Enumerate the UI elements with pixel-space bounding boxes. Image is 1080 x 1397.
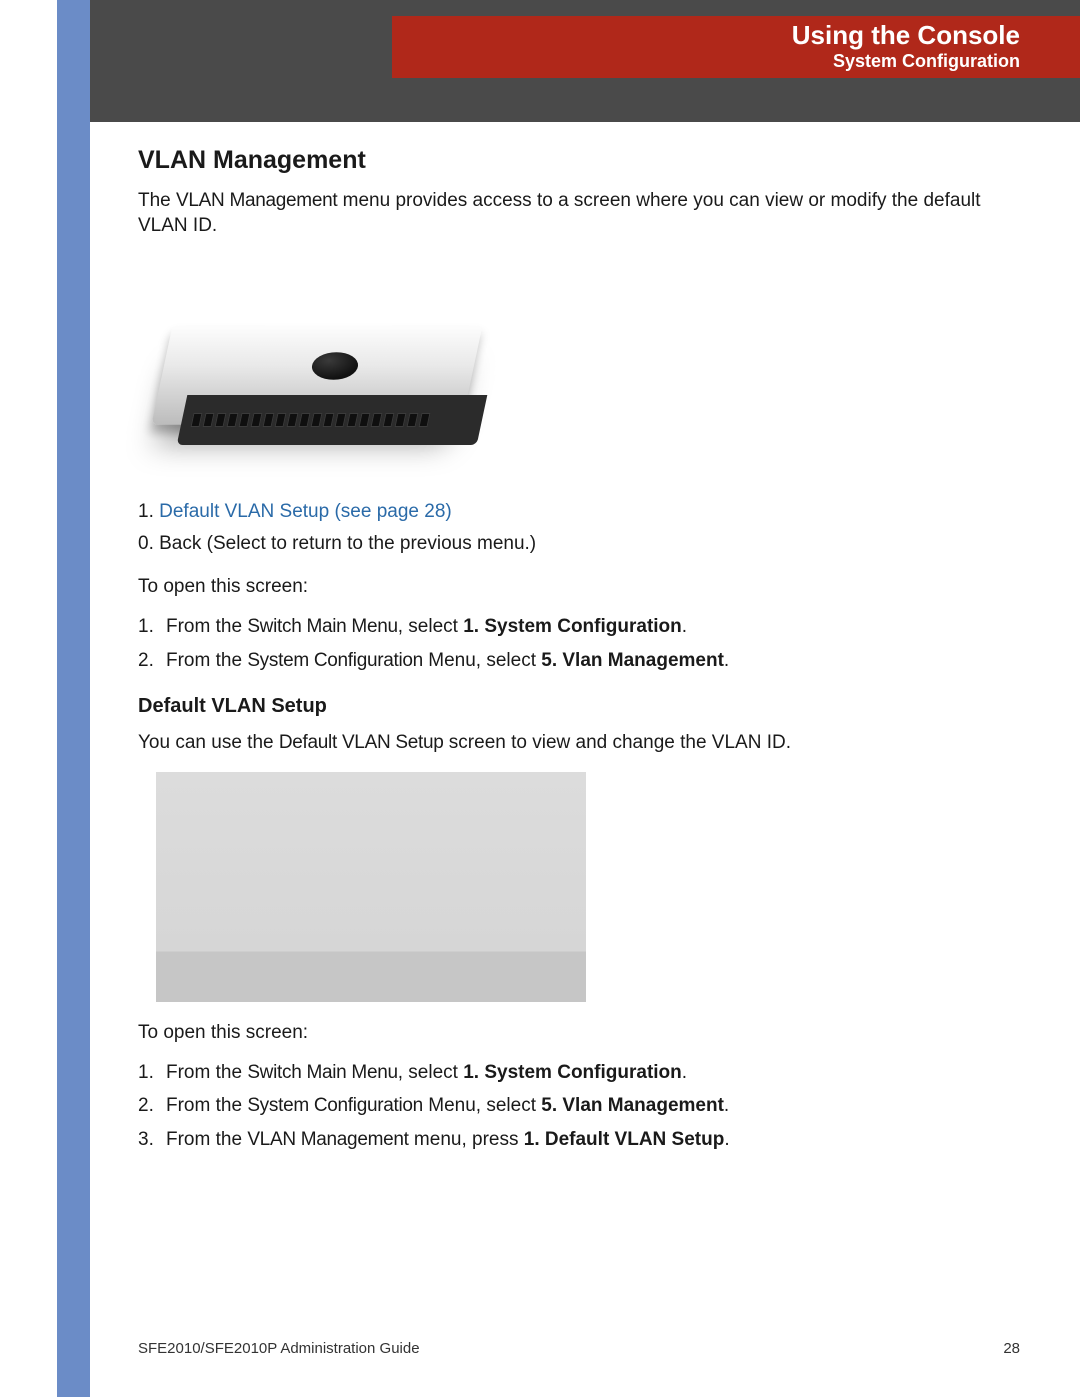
menu-name-system-config: System Configuration [247, 650, 423, 671]
text: From the [166, 616, 247, 637]
switch-front-panel-icon [177, 395, 488, 445]
step-number: 1. [138, 614, 166, 640]
ethernet-port-icon [359, 413, 371, 427]
ethernet-port-icon [395, 413, 407, 427]
text: Menu, select [423, 650, 541, 671]
menu-option: 1. Default VLAN Setup [524, 1129, 725, 1150]
ethernet-port-icon [191, 413, 203, 427]
ethernet-port-icon [215, 413, 227, 427]
page-frame: Using the Console System Configuration V… [0, 0, 1080, 1397]
text: . [724, 650, 729, 671]
text: You can use the [138, 732, 279, 753]
ethernet-port-icon [383, 413, 395, 427]
open-screen-lead: To open this screen: [138, 574, 1020, 600]
list-number: 1. [138, 501, 154, 522]
steps-list-1: 1.From the Switch Main Menu, select 1. S… [138, 614, 1020, 673]
product-image-switch [142, 255, 512, 485]
ethernet-port-icon [263, 413, 275, 427]
text: , select [398, 616, 463, 637]
console-screenshot-placeholder [156, 772, 586, 1002]
menu-option: 1. System Configuration [463, 1062, 682, 1083]
menu-name-switch-main: Switch Main Menu [247, 1062, 397, 1083]
section-heading-vlan-management: VLAN Management [138, 144, 1020, 178]
text: menu, press [409, 1129, 524, 1150]
header-band: Using the Console System Configuration [90, 0, 1080, 122]
menu-option: 5. Vlan Management [541, 1095, 724, 1116]
menu-name-vlan-management: VLAN Management [247, 1129, 408, 1150]
text: . [682, 616, 687, 637]
text: . [724, 1095, 729, 1116]
body-area: VLAN Management The VLAN Management menu… [90, 122, 1080, 1152]
ethernet-port-icon [251, 413, 263, 427]
blue-side-rail [57, 0, 90, 1397]
step-item: 1.From the Switch Main Menu, select 1. S… [166, 1060, 1020, 1086]
ethernet-port-icon [227, 413, 239, 427]
ethernet-port-icon [371, 413, 383, 427]
text: From the [166, 650, 247, 671]
subsection-heading-default-vlan-setup: Default VLAN Setup [138, 693, 1020, 720]
ethernet-port-icon [287, 413, 299, 427]
step-item: 2.From the System Configuration Menu, se… [166, 1093, 1020, 1119]
menu-name-system-config: System Configuration [247, 1095, 423, 1116]
toc-link-line: 1. Default VLAN Setup (see page 28) [138, 499, 1020, 525]
ethernet-port-icon [275, 413, 287, 427]
chapter-title: Using the Console [792, 21, 1020, 50]
ethernet-port-icon [347, 413, 359, 427]
ethernet-port-icon [203, 413, 215, 427]
page-footer: SFE2010/SFE2010P Administration Guide 28 [138, 1340, 1020, 1357]
ethernet-port-icon [323, 413, 335, 427]
step-item: 2.From the System Configuration Menu, se… [166, 648, 1020, 674]
text: , select [398, 1062, 463, 1083]
left-margin [0, 0, 57, 1397]
ethernet-port-icon [239, 413, 251, 427]
text: From the [166, 1129, 247, 1150]
ethernet-port-icon [335, 413, 347, 427]
sub-intro-paragraph: You can use the Default VLAN Setup scree… [138, 730, 1020, 756]
text: . [682, 1062, 687, 1083]
text: From the [166, 1095, 247, 1116]
step-number: 2. [138, 1093, 166, 1119]
step-item: 1.From the Switch Main Menu, select 1. S… [166, 614, 1020, 640]
page-number: 28 [1003, 1340, 1020, 1357]
cross-ref-link-default-vlan-setup[interactable]: Default VLAN Setup (see page 28) [159, 501, 452, 522]
chapter-subtitle: System Configuration [833, 50, 1020, 73]
red-title-band: Using the Console System Configuration [392, 16, 1080, 78]
step-number: 1. [138, 1060, 166, 1086]
text: The [138, 190, 176, 211]
text: Menu, select [423, 1095, 541, 1116]
step-number: 3. [138, 1127, 166, 1153]
step-item: 3.From the VLAN Management menu, press 1… [166, 1127, 1020, 1153]
steps-list-2: 1.From the Switch Main Menu, select 1. S… [138, 1060, 1020, 1153]
step-number: 2. [138, 648, 166, 674]
menu-option: 1. System Configuration [463, 616, 682, 637]
open-screen-lead-2: To open this screen: [138, 1020, 1020, 1046]
menu-name-switch-main: Switch Main Menu [247, 616, 397, 637]
content-column: Using the Console System Configuration V… [90, 0, 1080, 1397]
doc-title-footer: SFE2010/SFE2010P Administration Guide [138, 1340, 420, 1357]
ethernet-port-icon [299, 413, 311, 427]
ethernet-port-icon [419, 413, 431, 427]
menu-name-vlan-management: VLAN Management [176, 190, 337, 211]
text: . [724, 1129, 729, 1150]
menu-option: 5. Vlan Management [541, 650, 724, 671]
intro-paragraph: The VLAN Management menu provides access… [138, 188, 1020, 239]
menu-name-default-vlan-setup: Default VLAN Setup [279, 732, 444, 753]
ethernet-port-icon [311, 413, 323, 427]
text: From the [166, 1062, 247, 1083]
back-option-line: 0. Back (Select to return to the previou… [138, 531, 1020, 557]
ethernet-port-icon [407, 413, 419, 427]
text: screen to view and change the VLAN ID. [444, 732, 791, 753]
